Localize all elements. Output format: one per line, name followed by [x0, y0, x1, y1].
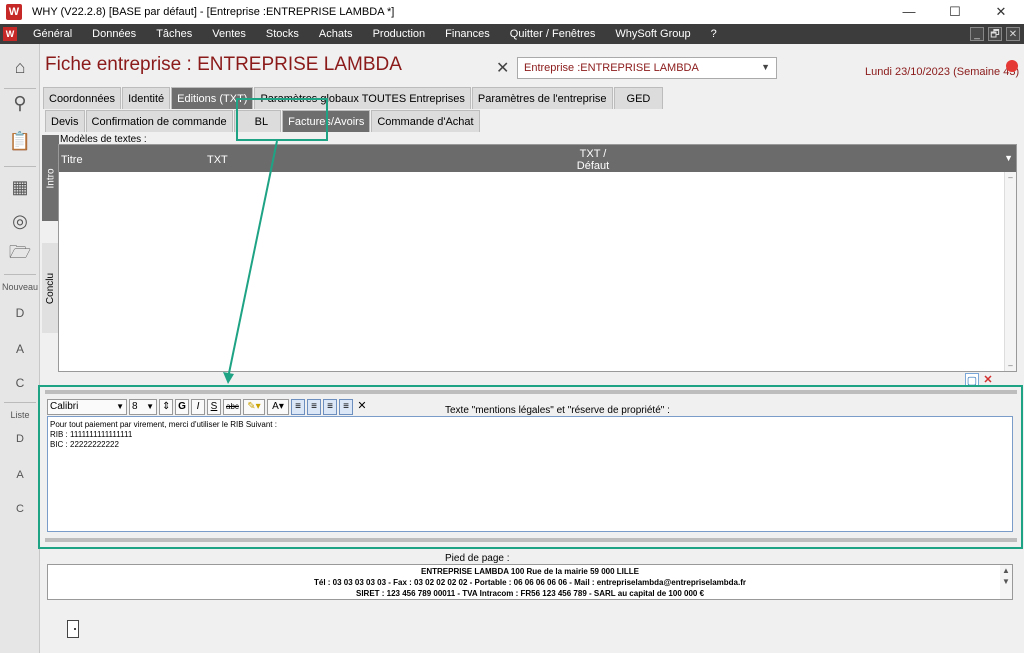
- tab-ged[interactable]: GED: [613, 87, 664, 109]
- minimize-button[interactable]: —: [886, 0, 932, 24]
- callout-highlight-tab: [236, 98, 328, 141]
- vtab-conclu-label: Conclu: [45, 272, 57, 304]
- page-title: Fiche entreprise : ENTREPRISE LAMBDA: [45, 54, 402, 75]
- menu-donnees[interactable]: Données: [82, 28, 146, 40]
- vtab-intro[interactable]: Intro: [42, 135, 59, 221]
- table-header: Titre TXT TXT / Défaut ▼: [59, 145, 1016, 172]
- web-icon[interactable]: ◎: [5, 206, 35, 236]
- folder-icon[interactable]: 🗁: [5, 240, 35, 270]
- clipboard-icon[interactable]: 📋: [5, 126, 35, 156]
- close-fiche-icon[interactable]: ✕: [496, 58, 509, 78]
- col-txt[interactable]: TXT: [207, 154, 228, 166]
- scroll-up-icon[interactable]: –: [1006, 173, 1015, 182]
- entreprise-select[interactable]: Entreprise :ENTREPRISE LAMBDA ▼: [517, 57, 777, 79]
- menu-whysoft-group[interactable]: WhySoft Group: [605, 28, 700, 40]
- subtab-commande-achat[interactable]: Commande d'Achat: [371, 110, 480, 132]
- menu-app-icon[interactable]: W: [3, 27, 17, 41]
- new-doc-c-icon[interactable]: C: [5, 368, 35, 398]
- subtab-confirmation-commande[interactable]: Confirmation de commande: [85, 110, 233, 132]
- menu-help[interactable]: ?: [701, 28, 727, 40]
- date-label: Lundi 23/10/2023 (Semaine 43): [865, 66, 1020, 78]
- menu-bar: W Général Données Tâches Ventes Stocks A…: [0, 24, 1024, 44]
- tab-parametres-entreprise[interactable]: Paramètres de l'entreprise: [471, 87, 613, 109]
- window-titlebar: W WHY (V22.2.8) [BASE par défaut] - [Ent…: [0, 0, 1024, 24]
- col-txt-defaut[interactable]: TXT / Défaut: [573, 148, 613, 172]
- new-doc-a-icon[interactable]: A: [5, 334, 35, 364]
- menu-general[interactable]: Général: [23, 28, 82, 40]
- modeles-table[interactable]: Titre TXT TXT / Défaut ▼ – –: [58, 144, 1017, 372]
- pied-de-page-field[interactable]: ENTREPRISE LAMBDA 100 Rue de la mairie 5…: [47, 564, 1013, 600]
- menu-production[interactable]: Production: [363, 28, 436, 40]
- vtab-intro-label: Intro: [45, 167, 57, 189]
- list-a-icon[interactable]: A: [5, 460, 35, 490]
- footer-scrollbar[interactable]: ▲ ▼: [1000, 565, 1012, 599]
- pied-label: Pied de page :: [445, 553, 510, 564]
- menu-stocks[interactable]: Stocks: [256, 28, 309, 40]
- scroll-down-icon[interactable]: –: [1006, 361, 1015, 370]
- app-icon: W: [6, 4, 22, 20]
- vtab-conclu[interactable]: Conclu: [42, 243, 59, 333]
- list-d-icon[interactable]: D: [5, 424, 35, 454]
- new-doc-d-icon[interactable]: D: [5, 298, 35, 328]
- status-indicator: [1006, 60, 1018, 72]
- double-chevron-down-icon[interactable]: ▼: [1004, 153, 1013, 163]
- menu-achats[interactable]: Achats: [309, 28, 363, 40]
- main-tabs: Coordonnées Identité Editions (TXT) Para…: [43, 87, 664, 109]
- window-title: WHY (V22.2.8) [BASE par défaut] - [Entre…: [32, 6, 395, 18]
- col-txt-defaut-line2: Défaut: [576, 160, 610, 172]
- callout-highlight-editor: [38, 385, 1023, 549]
- nouveau-label: Nouveau: [1, 282, 39, 292]
- subtab-devis[interactable]: Devis: [45, 110, 85, 132]
- mdi-restore-button[interactable]: 🗗: [988, 27, 1002, 41]
- footer-line: ENTREPRISE LAMBDA 100 Rue de la mairie 5…: [421, 567, 639, 576]
- menu-ventes[interactable]: Ventes: [202, 28, 256, 40]
- footer-line: Tél : 03 03 03 03 03 - Fax : 03 02 02 02…: [313, 578, 746, 587]
- mdi-close-button[interactable]: ✕: [1006, 27, 1020, 41]
- entreprise-select-value: Entreprise :ENTREPRISE LAMBDA: [524, 62, 699, 74]
- menu-finances[interactable]: Finances: [435, 28, 500, 40]
- footer-line: SIRET : 123 456 789 00011 - TVA Intracom…: [355, 589, 705, 598]
- col-txt-defaut-line1: TXT /: [579, 148, 607, 160]
- col-titre[interactable]: Titre: [61, 154, 83, 166]
- calculator-icon[interactable]: ▦: [5, 172, 35, 202]
- tab-identite[interactable]: Identité: [122, 87, 171, 109]
- left-toolbar: ⌂ ⚲ 📋 ▦ ◎ 🗁 Nouveau D A C Liste D A C: [0, 44, 40, 653]
- maximize-button[interactable]: ☐: [932, 0, 978, 24]
- chevron-down-icon: ▼: [761, 62, 770, 72]
- tab-coordonnees[interactable]: Coordonnées: [43, 87, 122, 109]
- exit-door-icon[interactable]: [67, 620, 79, 638]
- menu-taches[interactable]: Tâches: [146, 28, 202, 40]
- close-window-button[interactable]: ✕: [978, 0, 1024, 24]
- mdi-minimize-button[interactable]: _: [970, 27, 984, 41]
- table-scrollbar[interactable]: – –: [1004, 172, 1016, 371]
- home-icon[interactable]: ⌂: [5, 52, 35, 82]
- list-c-icon[interactable]: C: [5, 494, 35, 524]
- main-panel: Fiche entreprise : ENTREPRISE LAMBDA ✕ E…: [41, 44, 1024, 653]
- search-icon[interactable]: ⚲: [5, 88, 35, 118]
- menu-quitter-fenetres[interactable]: Quitter / Fenêtres: [500, 28, 606, 40]
- liste-label: Liste: [10, 410, 30, 420]
